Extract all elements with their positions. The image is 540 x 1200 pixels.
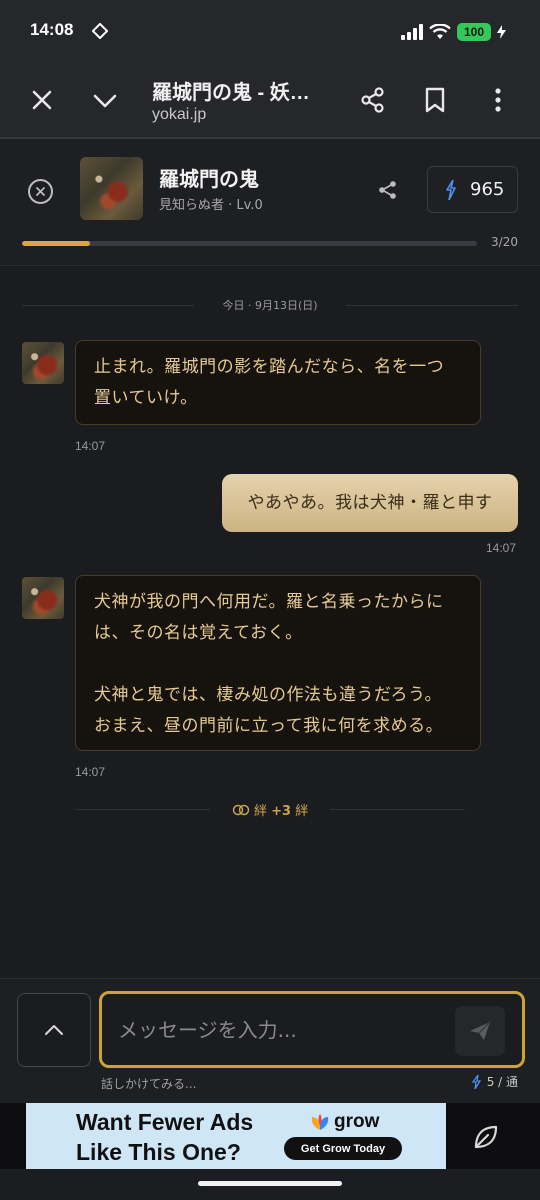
message-time: 14:07 [75, 765, 106, 779]
status-icons: 100 [401, 22, 506, 42]
more-vertical-icon[interactable] [484, 86, 512, 114]
character-avatar[interactable] [80, 157, 143, 220]
lightning-icon [446, 180, 456, 200]
ad-banner[interactable]: Want Fewer Ads Like This One? grow Get G… [26, 1103, 446, 1169]
message-input-box[interactable] [99, 991, 525, 1068]
ad-area: Want Fewer Ads Like This One? grow Get G… [0, 1103, 540, 1169]
ad-headline-line: Like This One? [76, 1139, 241, 1165]
message-time: 14:07 [75, 439, 106, 453]
expand-button[interactable] [17, 993, 91, 1067]
ad-cta-button[interactable]: Get Grow Today [284, 1137, 402, 1160]
affinity-progress-bar [22, 241, 477, 246]
composer: 話しかけてみる... 5 / 通 [0, 978, 540, 1104]
date-label: 今日 · 9月13日(日) [222, 299, 318, 312]
message-input[interactable] [118, 1012, 448, 1048]
home-indicator[interactable] [198, 1181, 342, 1186]
signal-icon [401, 24, 423, 40]
npc-message-bubble: 犬神が我の門へ何用だ。羅と名乗ったからに は、その名は覚えておく。 犬神と鬼では… [75, 575, 481, 751]
bond-gain-indicator: 絆 +3 絆 [75, 799, 465, 819]
home-area [0, 1169, 540, 1200]
message-line: 犬神と鬼では、棲み処の作法も違うだろう。 [94, 685, 442, 705]
page-title: 羅城門の鬼 - 妖… [152, 82, 310, 104]
npc-message-bubble: 止まれ。羅城門の影を踏んだなら、名を一つ 置いていけ。 [75, 340, 481, 425]
charging-bolt-icon [497, 25, 506, 39]
status-time: 14:08 [30, 20, 74, 39]
progress-label: 3/20 [491, 235, 518, 249]
message-line: 止まれ。羅城門の影を踏んだなら、名を一つ [94, 357, 445, 377]
battery-indicator: 100 [457, 23, 491, 41]
date-separator: 今日 · 9月13日(日) [22, 297, 518, 313]
send-button[interactable] [455, 1006, 505, 1056]
share-icon[interactable] [377, 179, 399, 201]
message-line: おまえ、昼の門前に立って我に何を求める。 [94, 716, 444, 736]
message-line: 置いていけ。 [94, 388, 198, 408]
browser-toolbar: 羅城門の鬼 - 妖… yokai.jp [0, 62, 540, 138]
grow-logo-icon [311, 1114, 329, 1130]
user-message-bubble: やあやあ。我は犬神・羅と申す [222, 474, 518, 532]
ad-headline-line: Want Fewer Ads [76, 1109, 254, 1135]
bond-rings-icon [232, 804, 250, 816]
lightning-icon [471, 1074, 481, 1089]
leaf-icon[interactable] [472, 1123, 500, 1151]
chat-panel: 羅城門の鬼 見知らぬ者 · Lv.0 965 3/20 今日 · 9月13日(日… [0, 138, 540, 1104]
ad-brand-name: grow [334, 1111, 380, 1132]
npc-avatar[interactable] [22, 342, 64, 384]
message-line: は、その名は覚えておく。 [94, 623, 303, 643]
share-icon[interactable] [359, 86, 387, 114]
bond-label: 絆 [253, 804, 267, 819]
character-meta: 見知らぬ者 · Lv.0 [159, 198, 263, 213]
chat-header: 羅城門の鬼 見知らぬ者 · Lv.0 965 3/20 [0, 139, 540, 266]
npc-avatar[interactable] [22, 577, 64, 619]
ad-brand: grow [310, 1111, 379, 1133]
quota-value: 5 / 通 [486, 1075, 518, 1089]
message-quota: 5 / 通 [471, 1073, 518, 1090]
character-name: 羅城門の鬼 [159, 167, 259, 191]
battery-level: 100 [463, 25, 485, 39]
chevron-up-icon [45, 1025, 63, 1035]
chevron-down-icon[interactable] [91, 86, 119, 114]
message-time: 14:07 [486, 541, 517, 555]
status-bar: 14:08 100 [0, 0, 540, 62]
send-icon [470, 1021, 491, 1040]
close-icon[interactable] [28, 86, 56, 114]
points-badge[interactable]: 965 [427, 166, 518, 213]
bookmark-icon[interactable] [421, 86, 449, 114]
focus-diamond-icon [92, 23, 108, 39]
ad-headline: Want Fewer Ads Like This One? [76, 1107, 253, 1167]
close-circle-icon[interactable] [28, 179, 53, 204]
wifi-icon [429, 24, 451, 39]
composer-hint: 話しかけてみる... [101, 1077, 197, 1091]
bond-unit: 絆 [295, 804, 309, 819]
message-line: 犬神が我の門へ何用だ。羅と名乗ったからに [94, 592, 444, 612]
points-value: 965 [470, 179, 505, 200]
page-url: yokai.jp [152, 106, 207, 123]
bond-delta: +3 [271, 804, 292, 819]
affinity-progress-fill [22, 241, 91, 246]
